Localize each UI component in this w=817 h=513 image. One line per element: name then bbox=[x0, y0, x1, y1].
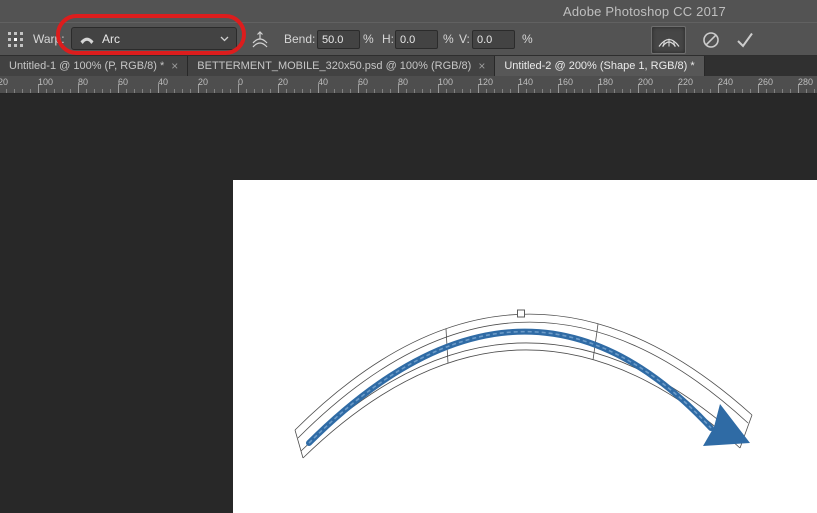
ruler-label: 20 bbox=[278, 77, 289, 87]
app-title: Adobe Photoshop CC 2017 bbox=[563, 4, 726, 19]
commit-check-icon bbox=[735, 31, 755, 49]
bend-unit: % bbox=[363, 32, 374, 46]
h-distortion-input[interactable] bbox=[395, 30, 438, 49]
ruler-label: 20 bbox=[198, 77, 209, 87]
h-distortion-label: H: bbox=[382, 32, 394, 46]
v-distortion-label: V: bbox=[459, 32, 470, 46]
canvas-workspace bbox=[0, 94, 817, 513]
tab-untitled-2[interactable]: Untitled-2 @ 200% (Shape 1, RGB/8) * bbox=[495, 56, 705, 76]
horizontal-ruler[interactable]: 2010080604020020406080100120140160180200… bbox=[0, 76, 817, 94]
warp-handle[interactable] bbox=[517, 309, 525, 318]
tab-betterment-mobile[interactable]: BETTERMENT_MOBILE_320x50.psd @ 100% (RGB… bbox=[188, 56, 496, 76]
ruler-label: 180 bbox=[598, 77, 614, 87]
ruler-label: 260 bbox=[758, 77, 774, 87]
chevron-down-icon bbox=[220, 36, 229, 42]
title-bar: Adobe Photoshop CC 2017 bbox=[0, 0, 817, 23]
arc-style-icon bbox=[79, 32, 95, 45]
ruler-label: 140 bbox=[518, 77, 534, 87]
ruler-label: 100 bbox=[38, 77, 54, 87]
ruler-label: 80 bbox=[78, 77, 89, 87]
ruler-label: 40 bbox=[318, 77, 329, 87]
warp-mode-toggle-button[interactable] bbox=[651, 26, 686, 54]
commit-transform-button[interactable] bbox=[731, 28, 759, 52]
ruler-label: 0 bbox=[238, 77, 244, 87]
warp-label: Warp: bbox=[33, 32, 65, 46]
close-icon[interactable]: × bbox=[171, 60, 178, 72]
warp-style-value: Arc bbox=[102, 31, 120, 46]
ruler-label: 160 bbox=[558, 77, 574, 87]
warped-arrow-shape bbox=[306, 328, 750, 446]
tab-label: BETTERMENT_MOBILE_320x50.psd @ 100% (RGB… bbox=[197, 60, 472, 72]
options-bar: Warp: Arc Bend: % bbox=[0, 23, 817, 56]
warp-orientation-button[interactable] bbox=[246, 27, 273, 52]
v-distortion-input[interactable] bbox=[472, 30, 515, 49]
tab-label: Untitled-1 @ 100% (P, RGB/8) * bbox=[9, 60, 165, 72]
document-canvas[interactable] bbox=[233, 180, 817, 513]
close-icon[interactable]: × bbox=[478, 60, 485, 72]
h-unit: % bbox=[443, 32, 454, 46]
reference-point-grid-icon[interactable] bbox=[5, 29, 25, 49]
v-unit: % bbox=[522, 32, 533, 46]
photoshop-window: Adobe Photoshop CC 2017 Warp: Arc Bend: … bbox=[0, 0, 817, 513]
cancel-icon bbox=[701, 30, 721, 50]
ruler-label: 120 bbox=[478, 77, 494, 87]
ruler-label: 100 bbox=[438, 77, 454, 87]
document-tab-bar: Untitled-1 @ 100% (P, RGB/8) * × BETTERM… bbox=[0, 56, 817, 76]
ruler-label: 40 bbox=[158, 77, 169, 87]
tab-label: Untitled-2 @ 200% (Shape 1, RGB/8) * bbox=[504, 60, 695, 72]
cancel-transform-button[interactable] bbox=[697, 28, 725, 52]
warp-style-dropdown[interactable]: Arc bbox=[71, 27, 237, 50]
ruler-label: 240 bbox=[718, 77, 734, 87]
ruler-label: 280 bbox=[798, 77, 814, 87]
ruler-label: 220 bbox=[678, 77, 694, 87]
warp-mesh bbox=[294, 313, 753, 459]
ruler-label: 60 bbox=[118, 77, 129, 87]
ruler-label: 200 bbox=[638, 77, 654, 87]
ruler-label: 80 bbox=[398, 77, 409, 87]
ruler-label: 20 bbox=[0, 77, 9, 87]
warp-grid-icon bbox=[657, 32, 681, 48]
tab-untitled-1[interactable]: Untitled-1 @ 100% (P, RGB/8) * × bbox=[0, 56, 189, 76]
bend-label: Bend: bbox=[284, 32, 316, 46]
ruler-label: 60 bbox=[358, 77, 369, 87]
bend-input[interactable] bbox=[317, 30, 360, 49]
